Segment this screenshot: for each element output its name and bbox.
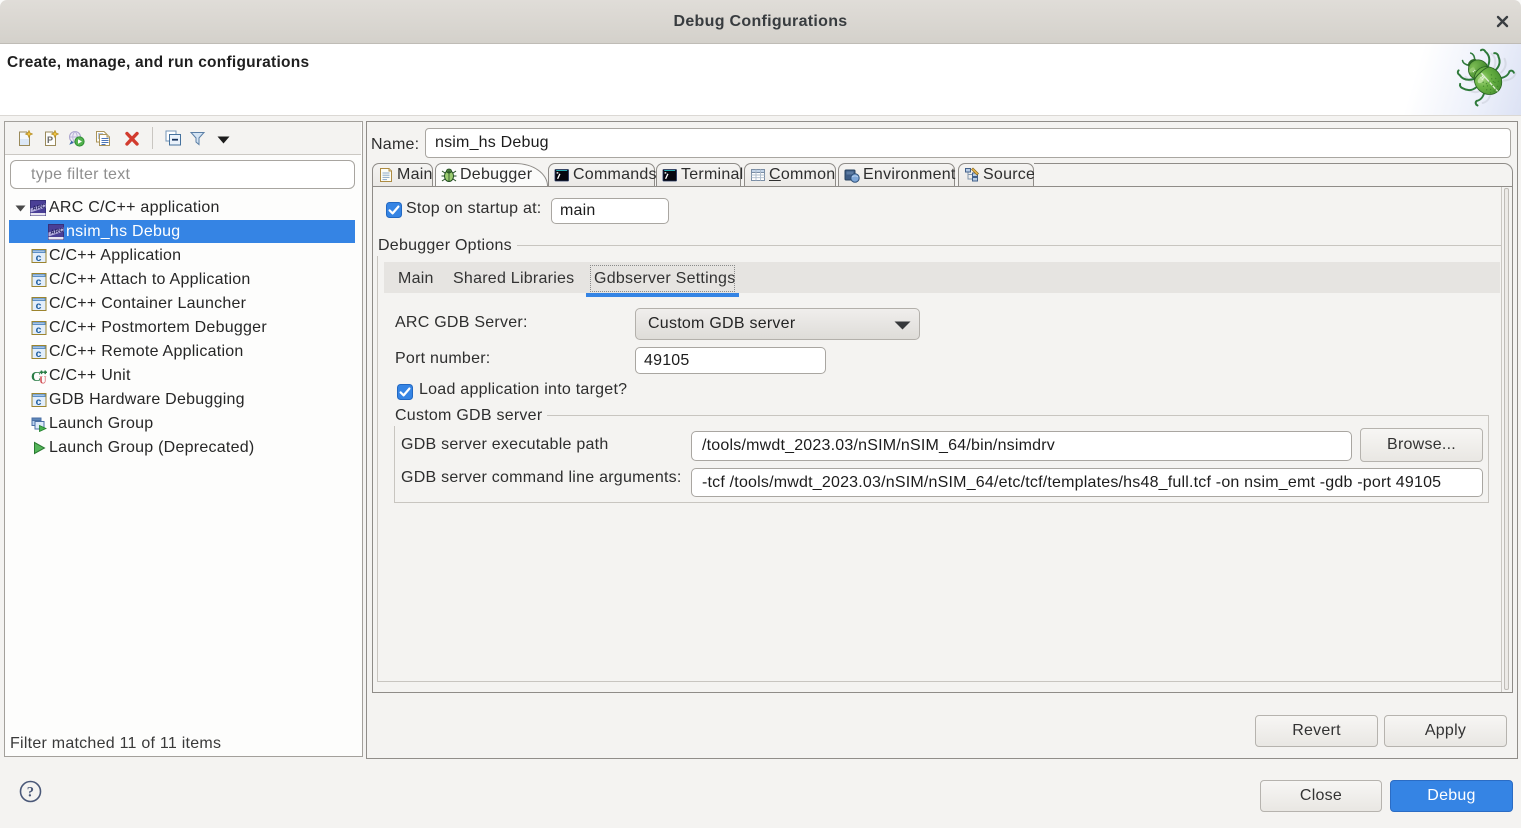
svg-text:?: ?: [27, 785, 35, 801]
svg-text:U: U: [39, 376, 46, 385]
svg-text:P: P: [47, 135, 53, 145]
